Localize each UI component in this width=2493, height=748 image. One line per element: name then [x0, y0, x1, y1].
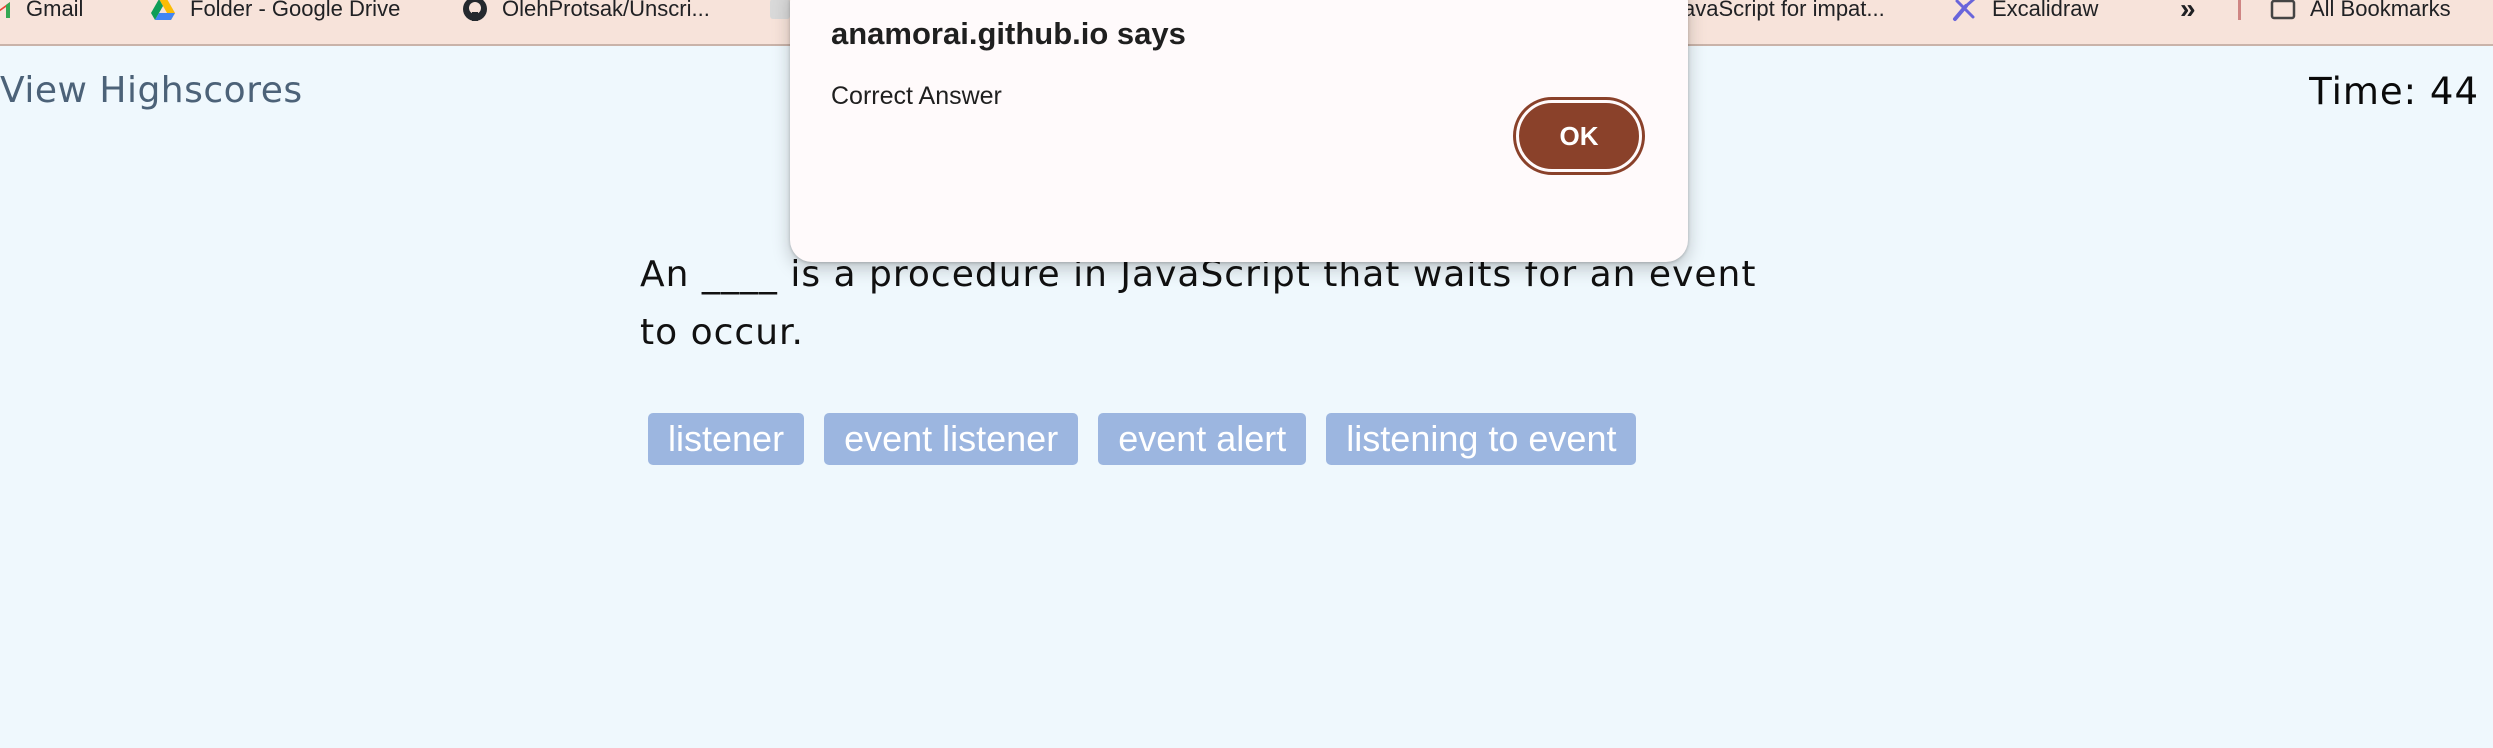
ok-button[interactable]: OK — [1513, 97, 1645, 175]
bookmark-excalidraw[interactable]: Excalidraw — [1952, 0, 2098, 27]
excalidraw-icon — [1953, 0, 1976, 21]
view-highscores-link[interactable]: View Highscores — [0, 70, 303, 111]
bookmark-label: OlehProtsak/Unscri... — [502, 0, 710, 21]
more-bookmarks-button[interactable]: » — [2180, 0, 2196, 27]
bookmark-google-drive[interactable]: Folder - Google Drive — [150, 0, 400, 27]
question-text: An ____ is a procedure in JavaScript tha… — [640, 254, 1757, 353]
bookmark-label: Excalidraw — [1992, 0, 2099, 21]
bookmark-javascript-for-impatient[interactable]: JavaScript for impat... — [1672, 0, 1885, 27]
answer-choices: listener event listener event alert list… — [648, 413, 1637, 465]
all-bookmarks-button[interactable]: All Bookmarks — [2270, 0, 2451, 27]
dialog-message: Correct Answer — [831, 82, 1002, 110]
dialog-title: anamorai.github.io says — [831, 16, 1186, 51]
bookmark-partial-hidden[interactable] — [770, 0, 790, 27]
bookmark-icon — [770, 0, 790, 19]
timer-label: Time: — [2309, 70, 2418, 113]
google-drive-icon — [151, 0, 175, 20]
choice-event-alert-button[interactable]: event alert — [1098, 413, 1307, 465]
bookmark-label: Gmail — [26, 0, 84, 21]
timer-value: 44 — [2429, 70, 2479, 113]
bookmark-label: JavaScript for impat... — [1672, 0, 1885, 21]
choice-listening-to-event-button[interactable]: listening to event — [1326, 413, 1637, 465]
bookmark-label: Folder - Google Drive — [190, 0, 401, 21]
bookmark-label: All Bookmarks — [2310, 0, 2451, 21]
alert-dialog: anamorai.github.io says Correct Answer O… — [790, 0, 1688, 262]
github-icon — [463, 0, 487, 21]
bookmarks-divider — [2238, 0, 2241, 20]
choice-event-listener-button[interactable]: event listener — [824, 413, 1079, 465]
timer: Time: 44 — [2309, 70, 2479, 113]
folder-icon — [2270, 0, 2296, 20]
bookmark-github-repo[interactable]: OlehProtsak/Unscri... — [462, 0, 710, 27]
bookmark-gmail[interactable]: Gmail — [0, 0, 83, 27]
more-chevron-icon: » — [2180, 0, 2196, 24]
choice-listener-button[interactable]: listener — [648, 413, 805, 465]
gmail-icon — [0, 2, 10, 18]
